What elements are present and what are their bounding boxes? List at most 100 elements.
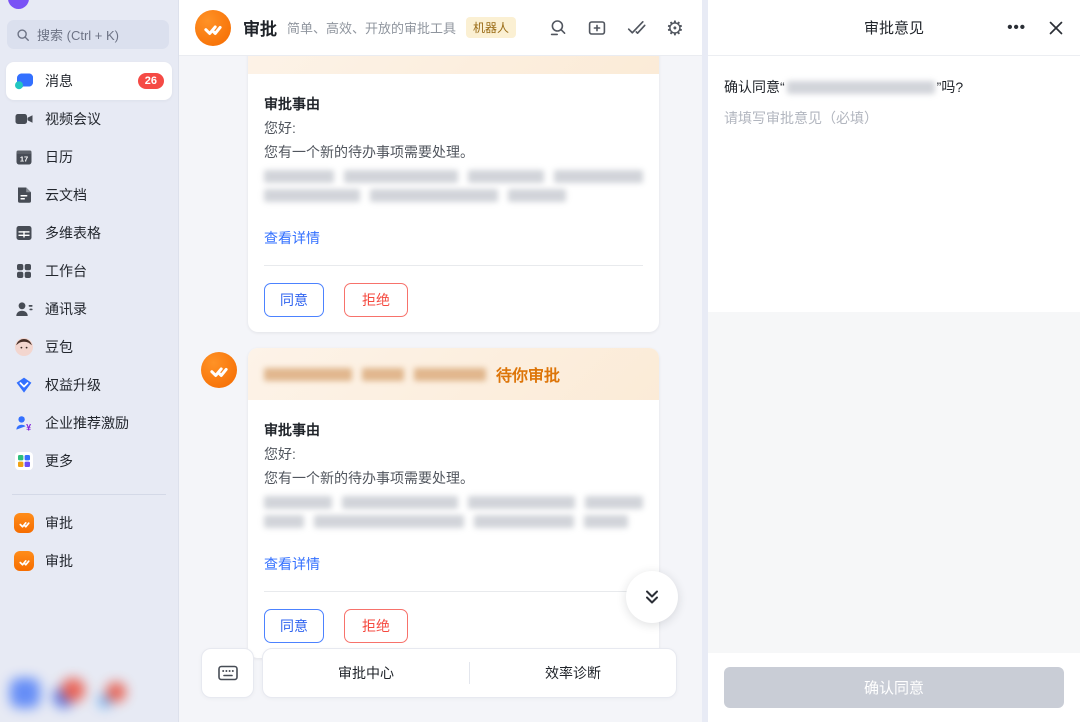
panel-background-area <box>708 312 1080 653</box>
sidebar-item-upgrade[interactable]: 权益升级 <box>6 366 172 404</box>
message-icon <box>14 71 34 91</box>
search-input[interactable]: 搜索 (Ctrl + K) <box>7 20 169 49</box>
confirm-approve-button[interactable]: 确认同意 <box>724 667 1064 708</box>
sidebar-item-label: 通讯录 <box>45 299 164 319</box>
chat-subtitle: 简单、高效、开放的审批工具 <box>287 18 456 37</box>
approval-opinion-panel: 审批意见 ••• 确认同意“”吗? 请填写审批意见（必填） 确认同意 <box>708 0 1080 722</box>
mark-read-double-check-icon[interactable] <box>625 17 647 39</box>
approve-button[interactable]: 同意 <box>264 283 324 317</box>
card-divider <box>264 591 643 592</box>
sidebar-item-label: 消息 <box>45 71 127 91</box>
svg-text:¥: ¥ <box>26 422 31 432</box>
bot-tag: 机器人 <box>466 17 516 38</box>
redacted-approval-name <box>787 81 935 94</box>
feishu-app-window: 搜索 (Ctrl + K) 消息 26 <box>0 0 1080 722</box>
sidebar-item-base[interactable]: 多维表格 <box>6 214 172 252</box>
scroll-to-bottom-button[interactable] <box>626 571 678 623</box>
settings-gear-icon[interactable]: ⚙ <box>664 17 686 39</box>
close-icon[interactable] <box>1046 18 1066 38</box>
approval-message-card: 待你审批 审批事由 您好: 您有一个新的待办事项需要处理。 查看详情 同意 <box>248 348 659 658</box>
sidebar-item-contacts[interactable]: 通讯录 <box>6 290 172 328</box>
more-options-icon[interactable]: ••• <box>1007 23 1026 33</box>
approval-card-header <box>248 56 659 74</box>
search-icon <box>16 28 30 42</box>
referral-icon: ¥ <box>14 413 34 433</box>
approval-icon <box>14 551 34 571</box>
greeting-text: 您好: <box>264 116 643 140</box>
sidebar-item-label: 日历 <box>45 147 164 167</box>
sidebar-item-video-meeting[interactable]: 视频会议 <box>6 100 172 138</box>
redacted-approval-title <box>264 368 486 381</box>
approval-card-header: 待你审批 <box>248 348 659 400</box>
approval-actions: 同意 拒绝 <box>264 609 643 643</box>
card-divider <box>264 265 643 266</box>
sidebar-item-label: 更多 <box>45 451 164 471</box>
sidebar-item-label: 豆包 <box>45 337 164 357</box>
view-details-link[interactable]: 查看详情 <box>264 226 320 250</box>
message-sender-avatar[interactable] <box>201 352 237 388</box>
sidebar-item-label: 企业推荐激励 <box>45 413 164 433</box>
sidebar-item-messages[interactable]: 消息 26 <box>6 62 172 100</box>
chat-title: 审批 <box>243 15 277 40</box>
sidebar-item-label: 视频会议 <box>45 109 164 129</box>
confirm-question: 确认同意“”吗? <box>724 76 1064 98</box>
svg-text:17: 17 <box>20 154 28 163</box>
search-placeholder: 搜索 (Ctrl + K) <box>37 25 119 44</box>
approve-button[interactable]: 同意 <box>264 609 324 643</box>
unread-badge: 26 <box>138 73 164 89</box>
sidebar-item-label: 云文档 <box>45 185 164 205</box>
dock-app-icon-blurred[interactable] <box>53 678 85 708</box>
contacts-icon <box>14 299 34 319</box>
reject-button[interactable]: 拒绝 <box>344 283 408 317</box>
chat-column: 审批 简单、高效、开放的审批工具 机器人 <box>178 0 702 722</box>
double-chevron-down-icon <box>641 586 663 608</box>
todo-text: 您有一个新的待办事项需要处理。 <box>264 466 643 490</box>
sidebar: 搜索 (Ctrl + K) 消息 26 <box>0 0 178 722</box>
dock-app-icon-blurred[interactable] <box>10 678 40 708</box>
sidebar-item-label: 审批 <box>45 551 164 571</box>
sidebar-item-more[interactable]: 更多 <box>6 442 172 480</box>
sidebar-item-workplace[interactable]: 工作台 <box>6 252 172 290</box>
redacted-text-line <box>264 189 643 202</box>
bot-menu-bar: 审批中心 效率诊断 <box>201 648 677 698</box>
sidebar-item-approval-2[interactable]: 审批 <box>6 542 172 580</box>
approval-card-body: 审批事由 您好: 您有一个新的待办事项需要处理。 查看详情 同意 拒绝 <box>248 74 659 332</box>
video-icon <box>14 109 34 129</box>
sidebar-item-label: 审批 <box>45 513 164 533</box>
sidebar-item-label: 工作台 <box>45 261 164 281</box>
panel-header: 审批意见 ••• <box>708 0 1080 56</box>
sidebar-item-calendar[interactable]: 17 日历 <box>6 138 172 176</box>
base-table-icon <box>14 223 34 243</box>
menu-approval-center[interactable]: 审批中心 <box>263 649 469 697</box>
sidebar-pinned-apps: 审批 审批 <box>6 504 172 580</box>
workspace-avatar[interactable] <box>8 0 29 9</box>
reject-button[interactable]: 拒绝 <box>344 609 408 643</box>
keyboard-toggle-button[interactable] <box>201 648 254 698</box>
workplace-icon <box>14 261 34 281</box>
approval-icon <box>14 513 34 533</box>
comment-placeholder: 请填写审批意见（必填） <box>724 107 1064 129</box>
greeting-text: 您好: <box>264 442 643 466</box>
approval-card-body: 审批事由 您好: 您有一个新的待办事项需要处理。 查看详情 同意 拒绝 <box>248 400 659 658</box>
dock-blurred-app-icons <box>10 678 126 708</box>
menu-efficiency-diagnosis[interactable]: 效率诊断 <box>470 649 676 697</box>
chat-header-actions: ⚙ <box>547 17 686 39</box>
approval-message-card: 审批事由 您好: 您有一个新的待办事项需要处理。 查看详情 同意 拒绝 <box>248 56 659 332</box>
chat-search-icon[interactable] <box>547 17 569 39</box>
dock-app-icon-blurred[interactable] <box>98 682 126 708</box>
sidebar-item-approval-1[interactable]: 审批 <box>6 504 172 542</box>
view-details-link[interactable]: 查看详情 <box>264 552 320 576</box>
redacted-text-line <box>264 170 643 183</box>
sidebar-item-doubao[interactable]: 豆包 <box>6 328 172 366</box>
todo-text: 您有一个新的待办事项需要处理。 <box>264 140 643 164</box>
chat-message-list: 审批事由 您好: 您有一个新的待办事项需要处理。 查看详情 同意 拒绝 <box>179 56 702 722</box>
approval-actions: 同意 拒绝 <box>264 283 643 317</box>
sidebar-item-referral[interactable]: ¥ 企业推荐激励 <box>6 404 172 442</box>
open-in-new-tab-icon[interactable] <box>586 17 608 39</box>
approval-reason-title: 审批事由 <box>264 418 643 442</box>
redacted-text-line <box>264 496 643 509</box>
approval-comment-textarea[interactable]: 确认同意“”吗? 请填写审批意见（必填） <box>708 56 1080 312</box>
keyboard-icon <box>216 661 240 685</box>
approval-bot-avatar[interactable] <box>195 10 231 46</box>
sidebar-item-cloud-docs[interactable]: 云文档 <box>6 176 172 214</box>
